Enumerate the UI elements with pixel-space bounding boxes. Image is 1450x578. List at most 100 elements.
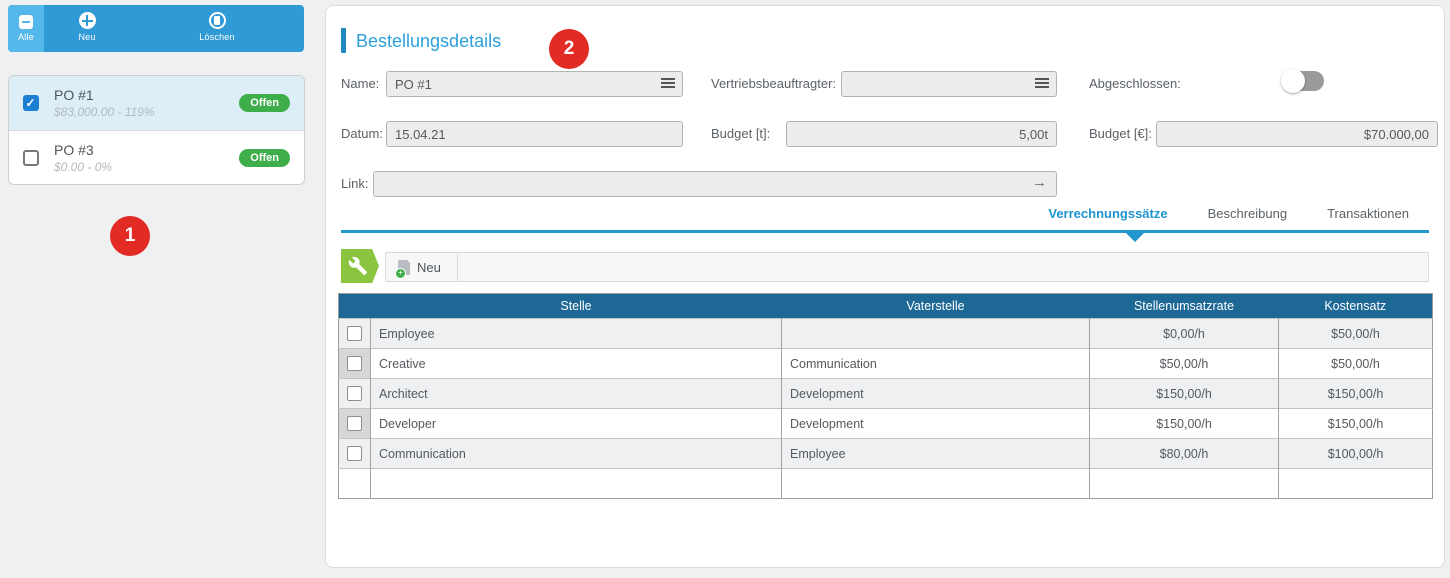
po-subtitle: $0.00 - 0% <box>54 159 113 174</box>
row-checkbox[interactable] <box>347 356 362 372</box>
status-badge: Offen <box>239 148 290 167</box>
po-title: PO #3 <box>54 141 94 158</box>
table-row[interactable]: Architect Development $150,00/h $150,00/… <box>338 378 1433 409</box>
file-plus-icon <box>395 258 411 279</box>
link-input[interactable] <box>373 171 1057 197</box>
plus-circle-icon <box>78 12 96 29</box>
table-row[interactable]: Communication Employee $80,00/h $100,00/… <box>338 438 1433 469</box>
checkbox-column-header <box>338 293 371 319</box>
cell-stellenumsatzrate <box>1089 468 1279 499</box>
select-all-button[interactable]: Alle <box>8 5 44 52</box>
budget-t-label: Budget [t]: <box>711 126 771 141</box>
tab-underline <box>341 230 1429 233</box>
cell-stelle: Architect <box>370 378 782 409</box>
po-list-toolbar: Alle Neu Löschen <box>8 5 304 52</box>
select-all-label: Alle <box>18 32 34 42</box>
cell-vaterstelle: Development <box>781 408 1090 439</box>
row-checkbox-checked[interactable] <box>23 95 39 111</box>
list-item[interactable]: PO #3 $0.00 - 0% Offen <box>9 130 304 184</box>
detail-tabs: Verrechnungssätze Beschreibung Transakti… <box>341 206 1429 228</box>
row-checkbox[interactable] <box>347 446 362 462</box>
cell-vaterstelle: Employee <box>781 438 1090 469</box>
table-row[interactable]: Developer Development $150,00/h $150,00/… <box>338 408 1433 439</box>
delete-po-label: Löschen <box>199 32 235 42</box>
budget-eur-input[interactable] <box>1156 121 1438 147</box>
row-checkbox-cell <box>338 408 371 439</box>
annotation-marker-1: 1 <box>110 216 150 256</box>
name-label: Name: <box>341 76 380 91</box>
cell-stelle: Communication <box>370 438 782 469</box>
row-checkbox-unchecked[interactable] <box>23 149 39 166</box>
column-header-stelle: Stelle <box>370 293 782 319</box>
cell-kostensatz: $50,00/h <box>1278 348 1433 379</box>
date-label: Datum: <box>341 126 383 141</box>
wrench-icon <box>348 256 368 276</box>
column-header-kostensatz: Kostensatz <box>1278 293 1433 319</box>
tab-verrechnungssaetze[interactable]: Verrechnungssätze <box>1048 206 1167 228</box>
status-badge: Offen <box>239 94 290 112</box>
cell-kostensatz: $150,00/h <box>1278 408 1433 439</box>
cell-stelle: Employee <box>370 318 782 349</box>
list-item[interactable]: PO #1 $83,000.00 - 119% Offen <box>9 76 304 130</box>
cell-stellenumsatzrate: $0,00/h <box>1089 318 1279 349</box>
row-checkbox-cell <box>338 468 371 499</box>
budget-eur-label: Budget [€]: <box>1089 126 1152 141</box>
date-input[interactable] <box>386 121 683 147</box>
table-header-row: Stelle Vaterstelle Stellenumsatzrate Kos… <box>338 293 1433 319</box>
po-list: PO #1 $83,000.00 - 119% Offen PO #3 $0.0… <box>8 75 305 185</box>
order-details-panel: Bestellungsdetails 2 Name: Vertriebsbeau… <box>325 5 1445 568</box>
cell-kostensatz: $150,00/h <box>1278 378 1433 409</box>
budget-t-input[interactable] <box>786 121 1057 147</box>
row-checkbox[interactable] <box>347 386 362 402</box>
table-row[interactable]: Creative Communication $50,00/h $50,00/h <box>338 348 1433 379</box>
name-input[interactable] <box>386 71 683 97</box>
annotation-marker-2: 2 <box>549 29 589 69</box>
cell-vaterstelle <box>781 468 1090 499</box>
row-checkbox-cell <box>338 318 371 349</box>
row-checkbox[interactable] <box>347 326 362 342</box>
column-header-stellenumsatzrate: Stellenumsatzrate <box>1089 293 1279 319</box>
cell-stelle <box>370 468 782 499</box>
rates-table: Stelle Vaterstelle Stellenumsatzrate Kos… <box>338 293 1433 499</box>
table-row[interactable]: Employee $0,00/h $50,00/h <box>338 318 1433 349</box>
sales-rep-input[interactable] <box>841 71 1057 97</box>
cell-stellenumsatzrate: $150,00/h <box>1089 378 1279 409</box>
row-checkbox-cell <box>338 348 371 379</box>
sales-rep-label: Vertriebsbeauftragter: <box>711 76 837 91</box>
po-subtitle: $83,000.00 - 119% <box>54 105 155 119</box>
new-row-button[interactable]: Neu <box>386 253 458 281</box>
row-checkbox-cell <box>338 438 371 469</box>
po-title: PO #1 <box>54 87 94 103</box>
trash-icon <box>208 12 226 29</box>
cell-kostensatz <box>1278 468 1433 499</box>
column-header-vaterstelle: Vaterstelle <box>781 293 1090 319</box>
completed-toggle[interactable] <box>1281 69 1324 93</box>
tab-beschreibung[interactable]: Beschreibung <box>1208 206 1288 228</box>
page-title: Bestellungsdetails <box>356 31 502 51</box>
cell-kostensatz: $100,00/h <box>1278 438 1433 469</box>
new-po-button[interactable]: Neu <box>44 5 130 52</box>
tab-transaktionen[interactable]: Transaktionen <box>1327 206 1409 228</box>
title-accent-bar <box>341 28 346 53</box>
new-row-label: Neu <box>417 259 441 275</box>
table-toolbar: Neu <box>385 252 1429 282</box>
cell-stellenumsatzrate: $150,00/h <box>1089 408 1279 439</box>
cell-stelle: Creative <box>370 348 782 379</box>
cell-stelle: Developer <box>370 408 782 439</box>
delete-po-button[interactable]: Löschen <box>130 5 304 52</box>
new-po-label: Neu <box>78 32 96 42</box>
active-tab-caret <box>1126 233 1144 242</box>
row-checkbox-cell <box>338 378 371 409</box>
link-label: Link: <box>341 176 369 191</box>
table-row-empty[interactable] <box>338 468 1433 499</box>
cell-vaterstelle: Development <box>781 378 1090 409</box>
completed-label: Abgeschlossen: <box>1089 76 1181 91</box>
cell-vaterstelle: Communication <box>781 348 1090 379</box>
cell-vaterstelle <box>781 318 1090 349</box>
indeterminate-checkbox-icon <box>19 15 33 29</box>
tools-badge[interactable] <box>341 249 379 283</box>
cell-stellenumsatzrate: $50,00/h <box>1089 348 1279 379</box>
cell-kostensatz: $50,00/h <box>1278 318 1433 349</box>
toggle-knob <box>1281 69 1305 93</box>
row-checkbox[interactable] <box>347 416 362 432</box>
